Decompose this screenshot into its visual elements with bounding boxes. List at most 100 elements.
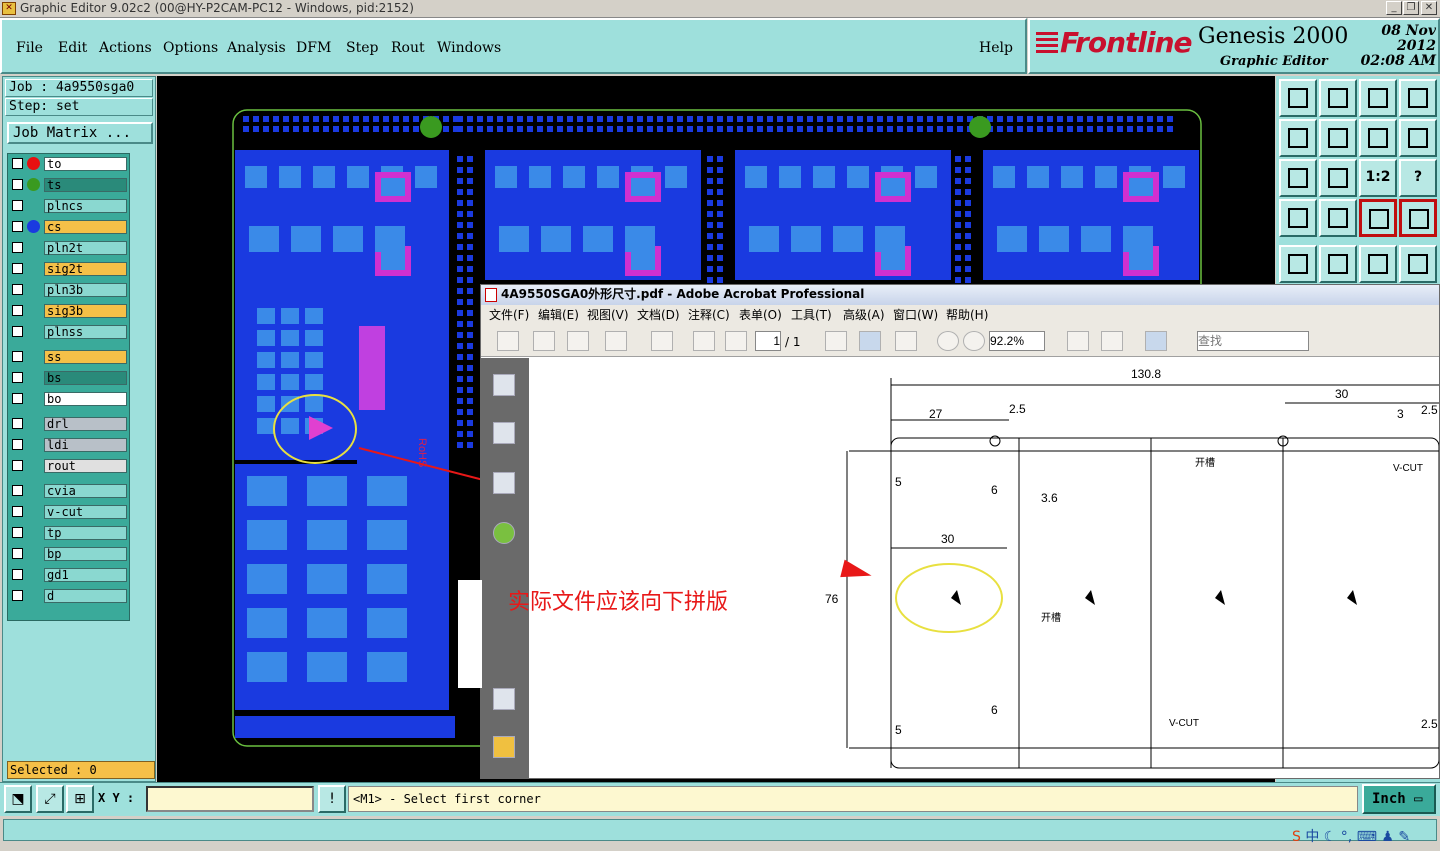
layer-checkbox[interactable] xyxy=(12,506,23,517)
maximize-button[interactable]: ❐ xyxy=(1403,1,1419,15)
acro-menu-forms[interactable]: 表单(O) xyxy=(739,306,782,324)
swap-icon[interactable] xyxy=(1359,119,1397,157)
acro-menu-file[interactable]: 文件(F) xyxy=(489,306,529,324)
layer-checkbox[interactable] xyxy=(12,372,23,383)
layer-name[interactable]: to xyxy=(44,157,127,171)
layer-checkbox[interactable] xyxy=(12,158,23,169)
layer-plncs[interactable]: plncs xyxy=(10,199,129,213)
layer-checkbox[interactable] xyxy=(12,200,23,211)
layer-name[interactable]: tp xyxy=(44,526,127,540)
pan-right-icon[interactable] xyxy=(1319,119,1357,157)
layer-name[interactable]: ts xyxy=(44,178,127,192)
layer-name[interactable]: cvia xyxy=(44,484,127,498)
layer-tp[interactable]: tp xyxy=(10,526,129,540)
layer-red-a-icon[interactable] xyxy=(1359,199,1397,237)
save-icon[interactable] xyxy=(567,331,589,351)
layer-name[interactable]: plncs xyxy=(44,199,127,213)
ruler-icon[interactable] xyxy=(1359,245,1397,283)
open-icon[interactable] xyxy=(497,331,519,351)
acro-menu-help[interactable]: 帮助(H) xyxy=(946,306,988,324)
layer-drl[interactable]: drl xyxy=(10,417,129,431)
pan-left-icon[interactable] xyxy=(1279,119,1317,157)
job-matrix-button[interactable]: Job Matrix ... xyxy=(7,122,153,144)
acro-menu-edit[interactable]: 编辑(E) xyxy=(538,306,579,324)
layer-gd1[interactable]: gd1 xyxy=(10,568,129,582)
layer-ts[interactable]: ts xyxy=(10,178,129,192)
layer-red-b-icon[interactable] xyxy=(1399,199,1437,237)
print-icon[interactable] xyxy=(533,331,555,351)
layer-checkbox[interactable] xyxy=(12,418,23,429)
step-down-icon[interactable] xyxy=(1319,79,1357,117)
zoom-field[interactable] xyxy=(989,331,1045,351)
menu-edit[interactable]: Edit xyxy=(58,40,87,56)
layer-checkbox[interactable] xyxy=(12,485,23,496)
layer-to[interactable]: to xyxy=(10,157,129,171)
layer-checkbox[interactable] xyxy=(12,263,23,274)
layer-v-cut[interactable]: v-cut xyxy=(10,505,129,519)
layer-name[interactable]: ldi xyxy=(44,438,127,452)
menu-actions[interactable]: Actions xyxy=(99,40,152,56)
alert-icon[interactable]: ! xyxy=(318,785,346,813)
layer-bs[interactable]: bs xyxy=(10,371,129,385)
menu-file[interactable]: File xyxy=(16,40,43,56)
layer-checkbox[interactable] xyxy=(12,590,23,601)
layer-ldi[interactable]: ldi xyxy=(10,438,129,452)
layer-checkbox[interactable] xyxy=(12,284,23,295)
layer-sig2t[interactable]: sig2t xyxy=(10,262,129,276)
layer-bp[interactable]: bp xyxy=(10,547,129,561)
acro-menu-view[interactable]: 视图(V) xyxy=(587,306,629,324)
pages-icon[interactable] xyxy=(493,374,515,396)
next-page-icon[interactable] xyxy=(725,331,747,351)
zoom-window-icon[interactable]: ⬔ xyxy=(4,785,32,813)
fill-icon[interactable] xyxy=(1279,245,1317,283)
layer-checkbox[interactable] xyxy=(12,351,23,362)
bookmarks-icon[interactable] xyxy=(493,422,515,444)
layer-name[interactable]: drl xyxy=(44,417,127,431)
acro-menu-comment[interactable]: 注释(C) xyxy=(688,306,730,324)
hand-icon[interactable] xyxy=(859,331,881,351)
layer-checkbox[interactable] xyxy=(12,393,23,404)
select-text-icon[interactable] xyxy=(825,331,847,351)
zoom-fit-icon[interactable] xyxy=(1279,159,1317,197)
layer-d[interactable]: d xyxy=(10,589,129,603)
ratio-icon[interactable]: 1:2 xyxy=(1359,159,1397,197)
layer-name[interactable]: ss xyxy=(44,350,127,364)
layer-pln3b[interactable]: pln3b xyxy=(10,283,129,297)
zoom-icon[interactable] xyxy=(895,331,917,351)
acro-menu-document[interactable]: 文档(D) xyxy=(637,306,680,324)
help-icon[interactable]: ? xyxy=(1399,159,1437,197)
grid-toggle-icon[interactable] xyxy=(1319,199,1357,237)
layer-checkbox[interactable] xyxy=(12,221,23,232)
xy-input[interactable] xyxy=(146,786,314,812)
layer-name[interactable]: plnss xyxy=(44,325,127,339)
layer-ss[interactable]: ss xyxy=(10,350,129,364)
grid-icon[interactable]: ⊞ xyxy=(66,785,94,813)
email-icon[interactable] xyxy=(605,331,627,351)
layer-name[interactable]: bo xyxy=(44,392,127,406)
menu-step[interactable]: Step xyxy=(346,40,378,56)
layer-name[interactable]: bs xyxy=(44,371,127,385)
layer-checkbox[interactable] xyxy=(12,527,23,538)
layer-rout[interactable]: rout xyxy=(10,459,129,473)
layer-checkbox[interactable] xyxy=(12,569,23,580)
fit-page-icon[interactable] xyxy=(1067,331,1089,351)
snap-icon[interactable] xyxy=(1279,199,1317,237)
fit-width-icon[interactable] xyxy=(1101,331,1123,351)
acro-menu-tools[interactable]: 工具(T) xyxy=(791,306,832,324)
layer-checkbox[interactable] xyxy=(12,439,23,450)
layer-plnss[interactable]: plnss xyxy=(10,325,129,339)
menu-rout[interactable]: Rout xyxy=(391,40,425,56)
layer-cs[interactable]: cs xyxy=(10,220,129,234)
layer-checkbox[interactable] xyxy=(12,326,23,337)
outline-icon[interactable] xyxy=(1319,245,1357,283)
page-number-input[interactable] xyxy=(755,331,781,351)
home-icon[interactable] xyxy=(1359,79,1397,117)
layer-checkbox[interactable] xyxy=(12,305,23,316)
layer-name[interactable]: pln3b xyxy=(44,283,127,297)
acro-menu-advanced[interactable]: 高级(A) xyxy=(843,306,885,324)
layer-name[interactable]: cs xyxy=(44,220,127,234)
layer-name[interactable]: d xyxy=(44,589,127,603)
menu-windows[interactable]: Windows xyxy=(437,40,501,56)
menu-options[interactable]: Options xyxy=(163,40,218,56)
fit-frame-icon[interactable] xyxy=(1399,79,1437,117)
